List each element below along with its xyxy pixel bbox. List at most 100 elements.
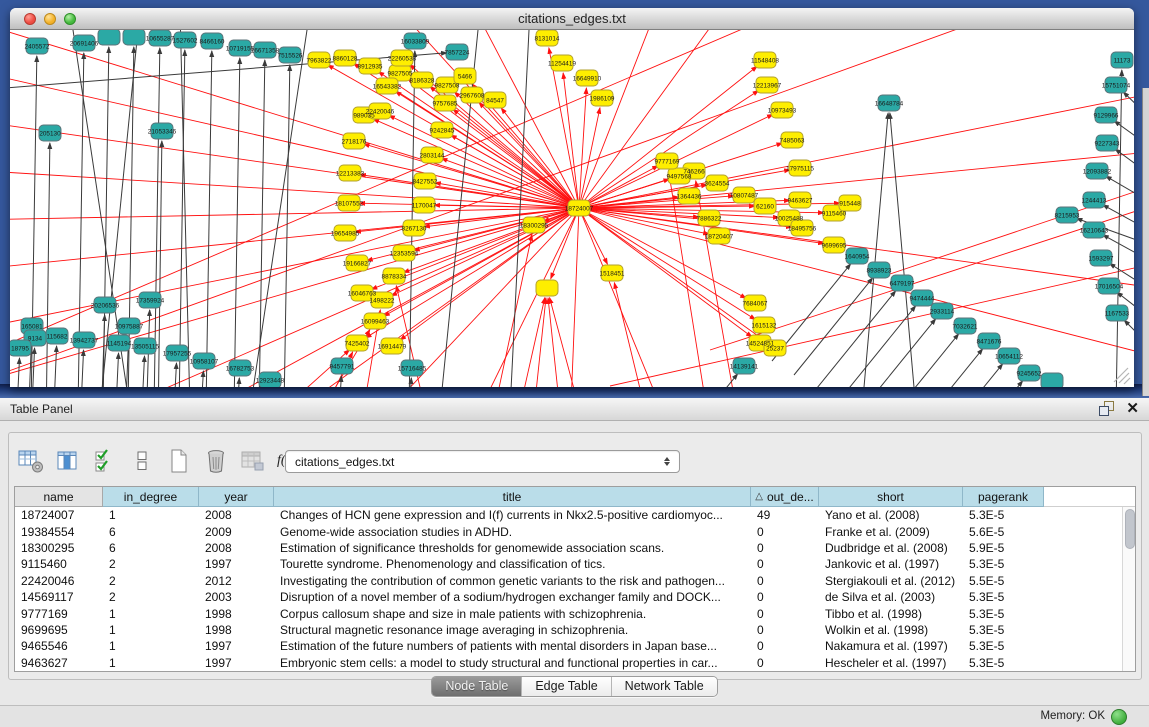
network-edge-black[interactable] xyxy=(904,349,983,387)
table-row[interactable]: 1830029562008Estimation of significance … xyxy=(15,540,1135,556)
cell-short[interactable]: Hescheler et al. (1997) xyxy=(819,656,963,670)
cell-title[interactable]: Genome-wide association studies in ADHD. xyxy=(274,525,751,539)
cell-out_de[interactable]: 0 xyxy=(751,557,819,571)
canvas-resize-grip[interactable] xyxy=(1124,378,1130,384)
cell-pagerank[interactable]: 5.3E-5 xyxy=(963,508,1044,522)
network-edge-black[interactable] xyxy=(924,364,1003,387)
cell-year[interactable]: 1997 xyxy=(199,557,274,571)
network-edge-red[interactable] xyxy=(532,298,546,387)
cell-title[interactable]: Changes of HCN gene expression and I(f) … xyxy=(274,508,751,522)
network-node[interactable] xyxy=(1041,373,1063,387)
show-columns-icon[interactable] xyxy=(55,448,81,474)
column-header-out_de[interactable]: △out_de... xyxy=(751,487,819,507)
cell-short[interactable]: Franke et al. (2009) xyxy=(819,525,963,539)
column-header-name[interactable]: name xyxy=(15,487,103,507)
table-row[interactable]: 2242004622012Investigating the contribut… xyxy=(15,573,1135,589)
table-row[interactable]: 946554611997Estimation of the future num… xyxy=(15,638,1135,654)
close-panel-icon[interactable]: ✕ xyxy=(1126,401,1139,416)
cell-title[interactable]: Disruption of a novel member of a sodium… xyxy=(274,590,751,604)
column-header-short[interactable]: short xyxy=(819,487,963,507)
cell-name[interactable]: 9465546 xyxy=(15,639,103,653)
cell-title[interactable]: Estimation of the future numbers of pati… xyxy=(274,639,751,653)
cell-pagerank[interactable]: 5.3E-5 xyxy=(963,607,1044,621)
cell-name[interactable]: 9699695 xyxy=(15,623,103,637)
canvas-resize-grip[interactable] xyxy=(1119,373,1129,383)
cell-in_degree[interactable]: 2 xyxy=(103,574,199,588)
cell-in_degree[interactable]: 1 xyxy=(103,639,199,653)
table-row[interactable]: 946362711997Embryonic stem cells: a mode… xyxy=(15,655,1135,671)
cell-out_de[interactable]: 0 xyxy=(751,574,819,588)
import-table-icon[interactable] xyxy=(240,448,266,474)
cell-title[interactable]: Corpus callosum shape and size in male p… xyxy=(274,607,751,621)
cell-year[interactable]: 1997 xyxy=(199,639,274,653)
cell-short[interactable]: Wolkin et al. (1998) xyxy=(819,623,963,637)
cell-title[interactable]: Structural magnetic resonance image aver… xyxy=(274,623,751,637)
network-edge-black[interactable] xyxy=(250,30,310,387)
table-settings-icon[interactable] xyxy=(18,448,44,474)
network-edge-red[interactable] xyxy=(610,262,1134,386)
table-row[interactable]: 1872400712008Changes of HCN gene express… xyxy=(15,507,1135,523)
cell-in_degree[interactable]: 1 xyxy=(103,508,199,522)
tab-edge-table[interactable]: Edge Table xyxy=(522,677,611,696)
cell-title[interactable]: Tourette syndrome. Phenomenology and cla… xyxy=(274,557,751,571)
table-row[interactable]: 911546021997Tourette syndrome. Phenomeno… xyxy=(15,556,1135,572)
network-node[interactable] xyxy=(98,30,120,45)
network-edge-black[interactable] xyxy=(236,378,239,387)
delete-icon[interactable] xyxy=(203,448,229,474)
cell-out_de[interactable]: 0 xyxy=(751,607,819,621)
cell-in_degree[interactable]: 2 xyxy=(103,590,199,604)
network-edge-black[interactable] xyxy=(1124,320,1134,341)
cell-year[interactable]: 2012 xyxy=(199,574,274,588)
network-edge-red[interactable] xyxy=(364,144,579,208)
network-edge-black[interactable] xyxy=(234,58,240,387)
network-edge-black[interactable] xyxy=(206,51,212,387)
table-vertical-scrollbar[interactable] xyxy=(1122,507,1135,671)
network-edge-black[interactable] xyxy=(794,278,873,375)
network-edge-red[interactable] xyxy=(579,90,1134,208)
select-attributes-icon[interactable] xyxy=(92,448,118,474)
rows-icon[interactable] xyxy=(129,448,155,474)
cell-out_de[interactable]: 0 xyxy=(751,623,819,637)
cell-year[interactable]: 2003 xyxy=(199,590,274,604)
cell-name[interactable]: 18300295 xyxy=(15,541,103,555)
cell-name[interactable]: 14569117 xyxy=(15,590,103,604)
table-row[interactable]: 969969511998Structural magnetic resonanc… xyxy=(15,622,1135,638)
cell-short[interactable]: de Silva et al. (2003) xyxy=(819,590,963,604)
collapsed-east-panel[interactable] xyxy=(1142,88,1149,396)
new-column-icon[interactable] xyxy=(166,448,192,474)
cell-short[interactable]: Jankovic et al. (1997) xyxy=(819,557,963,571)
network-edge-black[interactable] xyxy=(510,30,530,387)
cell-in_degree[interactable]: 6 xyxy=(103,525,199,539)
cell-out_de[interactable]: 0 xyxy=(751,639,819,653)
network-edge-black[interactable] xyxy=(880,334,959,387)
cell-name[interactable]: 9777169 xyxy=(15,607,103,621)
cell-name[interactable]: 19384554 xyxy=(15,525,103,539)
column-header-title[interactable]: title xyxy=(274,487,751,507)
column-header-year[interactable]: year xyxy=(199,487,274,507)
network-edge-black[interactable] xyxy=(890,113,916,387)
network-node[interactable] xyxy=(536,280,558,296)
cell-short[interactable]: Dudbridge et al. (2008) xyxy=(819,541,963,555)
cell-pagerank[interactable]: 5.3E-5 xyxy=(963,623,1044,637)
scrollbar-thumb[interactable] xyxy=(1125,509,1135,549)
cell-in_degree[interactable]: 1 xyxy=(103,656,199,670)
cell-title[interactable]: Investigating the contribution of common… xyxy=(274,574,751,588)
cell-name[interactable]: 9115460 xyxy=(15,557,103,571)
cell-out_de[interactable]: 49 xyxy=(751,508,819,522)
network-edge-black[interactable] xyxy=(284,65,290,387)
table-row[interactable]: 977716911998Corpus callosum shape and si… xyxy=(15,605,1135,621)
table-row[interactable]: 1938455462009Genome-wide association stu… xyxy=(15,523,1135,539)
memory-status-indicator[interactable] xyxy=(1111,709,1127,725)
cell-out_de[interactable]: 0 xyxy=(751,590,819,604)
cell-in_degree[interactable]: 6 xyxy=(103,541,199,555)
cell-pagerank[interactable]: 5.5E-5 xyxy=(963,574,1044,588)
cell-year[interactable]: 1998 xyxy=(199,607,274,621)
column-header-pagerank[interactable]: pagerank xyxy=(963,487,1044,507)
cell-year[interactable]: 1998 xyxy=(199,623,274,637)
cell-out_de[interactable]: 0 xyxy=(751,541,819,555)
network-edge-red[interactable] xyxy=(10,70,579,208)
cell-title[interactable]: Embryonic stem cells: a model to study s… xyxy=(274,656,751,670)
cell-year[interactable]: 2009 xyxy=(199,525,274,539)
cell-pagerank[interactable]: 5.3E-5 xyxy=(963,590,1044,604)
cell-name[interactable]: 9463627 xyxy=(15,656,103,670)
